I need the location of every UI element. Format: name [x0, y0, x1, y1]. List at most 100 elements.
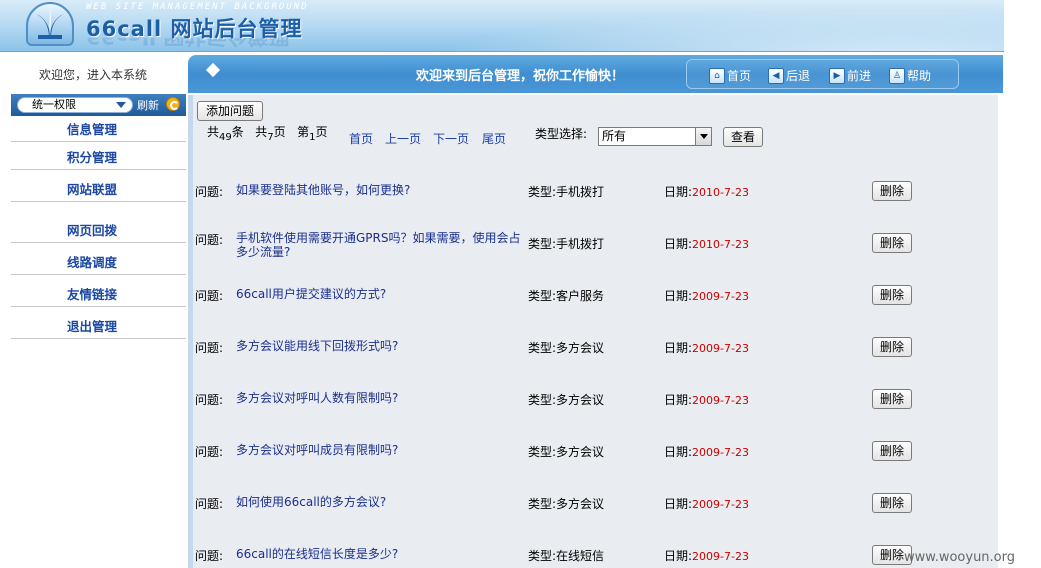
question-label: 问题: — [195, 549, 224, 563]
date-label: 日期: — [664, 289, 693, 303]
header-banner: WEB SITE MANAGEMENT BACKGROUND 66call 网站… — [0, 0, 1004, 52]
header-wave — [340, 0, 1004, 51]
date-label: 日期: — [664, 497, 693, 511]
question-link[interactable]: 如何使用66call的多方会议? — [236, 495, 528, 509]
question-row: 问题: 手机软件使用需要开通GPRS吗？如果需要，使用会占多少流量? 类型:手机… — [193, 227, 993, 267]
chevron-down-icon — [695, 128, 711, 145]
date-label: 日期: — [664, 549, 693, 563]
permission-bar: 统一权限 刷新 — [11, 94, 186, 116]
sidebar-item-logout[interactable]: 退出管理 — [11, 315, 186, 339]
type-value: 多方会议 — [556, 445, 605, 459]
help-icon: ♙ — [889, 68, 905, 84]
date-field: 日期:2009-7-23 — [664, 339, 749, 356]
back-button[interactable]: ◀ 后退 — [768, 68, 810, 86]
navbar-welcome: 欢迎来到后台管理，祝你工作愉快！ — [416, 69, 625, 84]
date-value: 2009-7-23 — [692, 446, 749, 459]
permission-select[interactable]: 统一权限 — [17, 97, 133, 113]
type-label: 类型: — [528, 341, 557, 355]
date-field: 日期:2009-7-23 — [664, 495, 749, 512]
first-page-link[interactable]: 首页 — [349, 130, 373, 147]
forward-button[interactable]: ▶ 前进 — [829, 68, 871, 86]
main-content: 添加问题 共49条 共7页 第1页 首页 上一页 下一页 尾页 类型选择: 所有… — [188, 95, 998, 568]
date-value: 2009-7-23 — [692, 394, 749, 407]
question-row: 问题: 66call用户提交建议的方式? 类型:客户服务 日期:2009-7-2… — [193, 285, 993, 325]
date-label: 日期: — [664, 185, 693, 199]
watermark: www.wooyun.org — [904, 550, 1016, 565]
delete-button[interactable]: 删除 — [872, 233, 912, 253]
question-label: 问题: — [195, 445, 224, 459]
delete-button[interactable]: 删除 — [872, 181, 912, 201]
next-page-link[interactable]: 下一页 — [433, 130, 469, 147]
sidebar-item-points[interactable]: 积分管理 — [11, 146, 186, 170]
question-link[interactable]: 多方会议能用线下回拨形式吗? — [236, 339, 528, 353]
forward-label: 前进 — [847, 69, 872, 83]
date-value: 2009-7-23 — [692, 550, 749, 563]
question-link[interactable]: 66call用户提交建议的方式? — [236, 287, 528, 301]
help-button[interactable]: ♙ 帮助 — [889, 68, 931, 86]
total-count: 49 — [219, 132, 232, 143]
view-button[interactable]: 查看 — [723, 127, 763, 147]
type-field: 类型:手机拨打 — [528, 235, 604, 252]
nav-button-group: ⌂ 首页 ◀ 后退 ▶ 前进 ♙ 帮助 — [686, 59, 959, 89]
delete-button[interactable]: 删除 — [872, 441, 912, 461]
type-field: 类型:多方会议 — [528, 495, 604, 512]
type-value: 手机拨打 — [556, 237, 605, 251]
last-page-link[interactable]: 尾页 — [482, 130, 506, 147]
delete-button[interactable]: 删除 — [872, 337, 912, 357]
forward-icon: ▶ — [829, 68, 845, 84]
sidebar-item-callback[interactable]: 网页回拨 — [11, 219, 186, 243]
refresh-link[interactable]: 刷新 — [137, 97, 159, 113]
type-label: 类型: — [528, 185, 557, 199]
fountain-logo-icon — [26, 2, 74, 46]
type-label: 类型: — [528, 497, 557, 511]
total-prefix: 共 — [207, 125, 220, 139]
refresh-icon[interactable] — [166, 97, 180, 111]
header-title-reflection: 66call 网站后台管理 — [86, 38, 290, 51]
question-label: 问题: — [195, 393, 224, 407]
type-label: 类型: — [528, 237, 557, 251]
delete-button[interactable]: 删除 — [872, 285, 912, 305]
delete-button[interactable]: 删除 — [872, 493, 912, 513]
date-field: 日期:2009-7-23 — [664, 443, 749, 460]
sidebar-item-alliance[interactable]: 网站联盟 — [11, 178, 186, 202]
top-navbar: 欢迎来到后台管理，祝你工作愉快！ ⌂ 首页 ◀ 后退 ▶ 前进 ♙ 帮助 — [188, 55, 1003, 93]
date-value: 2010-7-23 — [692, 186, 749, 199]
question-link[interactable]: 手机软件使用需要开通GPRS吗？如果需要，使用会占多少流量? — [236, 231, 528, 259]
back-label: 后退 — [786, 69, 811, 83]
question-link[interactable]: 如果要登陆其他账号，如何更换? — [236, 183, 528, 197]
date-label: 日期: — [664, 445, 693, 459]
current-prefix: 第 — [297, 125, 310, 139]
prev-page-link[interactable]: 上一页 — [385, 130, 421, 147]
question-link[interactable]: 多方会议对呼叫成员有限制吗? — [236, 443, 528, 457]
total-unit: 条 — [231, 125, 244, 139]
current-unit: 页 — [315, 125, 328, 139]
home-button[interactable]: ⌂ 首页 — [709, 68, 751, 86]
pages-prefix: 共 — [255, 125, 268, 139]
date-field: 日期:2009-7-23 — [664, 391, 749, 408]
question-row: 问题: 66call的在线短信长度是多少? 类型:在线短信 日期:2009-7-… — [193, 545, 993, 568]
delete-button[interactable]: 删除 — [872, 389, 912, 409]
date-label: 日期: — [664, 341, 693, 355]
type-select[interactable]: 所有 — [598, 127, 712, 146]
back-icon: ◀ — [768, 68, 784, 84]
add-question-button[interactable]: 添加问题 — [197, 101, 263, 121]
date-field: 日期:2009-7-23 — [664, 547, 749, 564]
type-label: 类型: — [528, 289, 557, 303]
date-value: 2009-7-23 — [692, 342, 749, 355]
sidebar-welcome: 欢迎您，进入本系统 — [38, 68, 147, 82]
sidebar-item-info[interactable]: 信息管理 — [11, 118, 186, 142]
type-field: 类型:在线短信 — [528, 547, 604, 564]
sidebar-item-routing[interactable]: 线路调度 — [11, 251, 186, 275]
sidebar-item-links[interactable]: 友情链接 — [11, 283, 186, 307]
question-link[interactable]: 66call的在线短信长度是多少? — [236, 547, 528, 561]
type-value: 多方会议 — [556, 393, 605, 407]
type-select-value: 所有 — [602, 129, 627, 143]
type-label: 类型: — [528, 393, 557, 407]
question-link[interactable]: 多方会议对呼叫人数有限制吗? — [236, 391, 528, 405]
type-value: 多方会议 — [556, 341, 605, 355]
pager-summary: 共49条 共7页 第1页 — [207, 123, 327, 143]
date-field: 日期:2010-7-23 — [664, 235, 749, 252]
type-field: 类型:多方会议 — [528, 339, 604, 356]
question-row: 问题: 如果要登陆其他账号，如何更换? 类型:手机拨打 日期:2010-7-23… — [193, 181, 993, 221]
date-value: 2010-7-23 — [692, 238, 749, 251]
